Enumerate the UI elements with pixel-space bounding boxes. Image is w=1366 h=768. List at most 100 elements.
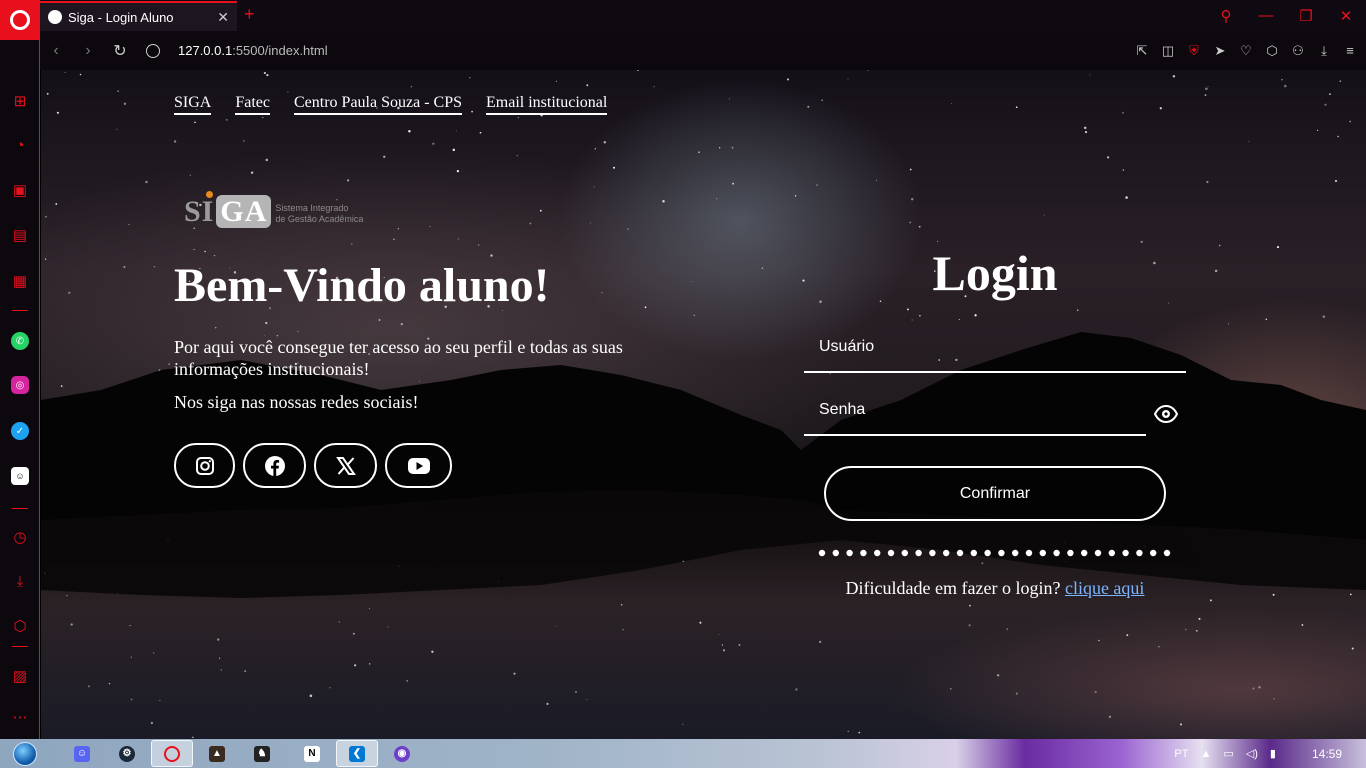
taskbar-app[interactable]: ♞ [241, 740, 283, 767]
sidebar-divider [12, 508, 28, 509]
password-input[interactable]: Senha [804, 386, 1146, 436]
minimize-icon[interactable]: — [1246, 7, 1286, 24]
logo-box: GA [216, 195, 272, 228]
taskbar-opera[interactable] [151, 740, 193, 767]
speedometer-icon[interactable]: ◔ [11, 136, 29, 154]
opera-menu-icon[interactable] [0, 0, 40, 40]
app-icon: ♞ [254, 745, 270, 762]
siga-logo-mark: SI GA [184, 191, 272, 229]
taskbar-game[interactable]: ▲ [196, 740, 238, 767]
twitter-sidebar-icon[interactable]: ✓ [11, 422, 29, 440]
easy-setup-icon[interactable]: ≡ [1342, 43, 1358, 59]
taskbar-discord[interactable]: ☺ [61, 740, 103, 767]
heart-icon[interactable]: ♡ [1238, 43, 1254, 59]
discord-icon: ☺ [74, 745, 90, 762]
profile-icon[interactable]: ⚇ [1290, 43, 1306, 59]
gallery-icon[interactable]: ▨ [11, 667, 29, 685]
github-icon: ◉ [394, 745, 410, 762]
tray-expand-icon[interactable]: ▲ [1200, 748, 1211, 760]
discord-sidebar-icon[interactable]: ☺ [11, 467, 29, 485]
bag-icon[interactable]: ▣ [11, 181, 29, 199]
logo-prefix: SI [184, 195, 215, 228]
site-info-icon[interactable] [146, 43, 160, 58]
taskbar-notion[interactable]: N [291, 740, 333, 767]
opera-icon [164, 745, 180, 762]
logo-subtitle-line1: Sistema Integrado [275, 203, 349, 213]
restore-icon[interactable]: ❐ [1286, 7, 1326, 25]
nav-link-email[interactable]: Email institucional [486, 94, 608, 115]
history-icon[interactable]: ◷ [11, 528, 29, 546]
more-icon[interactable]: ⋯ [11, 708, 29, 726]
network-icon[interactable]: ▭ [1223, 747, 1233, 760]
address-bar: ‹ › ↻ 127.0.0.1:5500/index.html ⇱ ◫ ⛨ ➤ … [40, 31, 1366, 70]
whatsapp-icon[interactable]: ✆ [11, 332, 29, 350]
login-help: Dificuldade em fazer o login? clique aqu… [804, 578, 1186, 599]
url-field[interactable]: 127.0.0.1:5500/index.html [178, 43, 328, 58]
twitch-icon[interactable]: ▤ [11, 226, 29, 244]
browser-titlebar: Siga - Login Aluno ✕ + ⚲ — ❐ ✕ [0, 0, 1366, 40]
vscode-icon: ❮ [349, 745, 365, 762]
shield-icon[interactable]: ⛨ [1186, 43, 1202, 59]
youtube-icon [407, 457, 430, 474]
taskbar-vscode[interactable]: ❮ [336, 740, 378, 767]
language-indicator[interactable]: PT [1174, 748, 1188, 760]
forward-icon[interactable]: › [72, 42, 104, 60]
share-icon[interactable]: ⇱ [1134, 43, 1150, 59]
social-buttons [174, 443, 452, 488]
send-icon[interactable]: ➤ [1212, 43, 1228, 59]
camera-icon[interactable]: ◫ [1160, 43, 1176, 59]
tab-favicon-icon [48, 10, 62, 24]
download-icon[interactable]: ⤓ [1316, 43, 1332, 59]
browser-tab[interactable]: Siga - Login Aluno ✕ [40, 1, 237, 31]
nav-link-siga[interactable]: SIGA [174, 94, 212, 115]
url-path: :5500/index.html [232, 43, 328, 58]
extensions-icon[interactable]: ⬡ [11, 617, 29, 635]
logo-dot [206, 191, 213, 198]
welcome-title: Bem-Vindo aluno! [174, 259, 550, 312]
clock[interactable]: 14:59 [1312, 747, 1342, 761]
volume-icon[interactable]: ◁) [1246, 747, 1258, 760]
help-link[interactable]: clique aqui [1065, 578, 1144, 598]
steam-icon: ⚙ [119, 745, 135, 762]
sidebar-divider [12, 310, 28, 311]
system-tray: PT ▲ ▭ ◁) ▮ 14:59 [1168, 739, 1366, 768]
login-help-text: Dificuldade em fazer o login? [845, 578, 1061, 598]
username-input[interactable]: Usuário [804, 323, 1186, 373]
windows-taskbar: ☺ ⚙ ▲ ♞ N ❮ ◉ PT ▲ ▭ ◁) ▮ 14:59 [0, 739, 1366, 768]
tab-title: Siga - Login Aluno [68, 9, 174, 25]
taskbar-github[interactable]: ◉ [381, 740, 423, 767]
address-bar-icons: ⇱ ◫ ⛨ ➤ ♡ ⬡ ⚇ ⤓ ≡ [1134, 31, 1358, 70]
start-button[interactable] [6, 740, 44, 767]
taskbar-steam[interactable]: ⚙ [106, 740, 148, 767]
instagram-sidebar-icon[interactable]: ◎ [11, 376, 29, 394]
welcome-description: Por aqui você consegue ter acesso ao seu… [174, 337, 623, 379]
new-tab-button[interactable]: + [244, 4, 255, 25]
cube-icon[interactable]: ⬡ [1264, 43, 1280, 59]
web-page: SIGA Fatec Centro Paula Souza - CPS Emai… [41, 70, 1366, 739]
login-title: Login [932, 245, 1058, 301]
eye-icon[interactable] [1154, 404, 1178, 424]
notion-icon: N [304, 745, 320, 762]
windows-logo-icon [13, 741, 37, 766]
top-navigation: SIGA Fatec Centro Paula Souza - CPS Emai… [174, 94, 608, 115]
url-host: 127.0.0.1 [178, 43, 233, 58]
facebook-button[interactable] [243, 443, 306, 488]
tab-close-icon[interactable]: ✕ [217, 9, 229, 26]
nav-link-fatec[interactable]: Fatec [235, 94, 270, 115]
confirm-button[interactable]: Confirmar [824, 466, 1166, 521]
close-window-icon[interactable]: ✕ [1326, 7, 1366, 25]
reload-icon[interactable]: ↻ [104, 41, 136, 61]
power-icon[interactable]: ▮ [1270, 747, 1276, 760]
instagram-button[interactable] [174, 443, 235, 488]
gamepad-icon[interactable]: ⊞ [11, 92, 29, 110]
x-button[interactable] [314, 443, 377, 488]
downloads-icon[interactable]: ⤓ [11, 572, 29, 590]
youtube-button[interactable] [385, 443, 452, 488]
logo-subtitle-line2: de Gestão Acadêmica [275, 214, 364, 224]
nav-link-cps[interactable]: Centro Paula Souza - CPS [294, 94, 462, 115]
back-icon[interactable]: ‹ [40, 42, 72, 60]
chip-icon[interactable]: ▦ [11, 272, 29, 290]
dotted-separator [818, 549, 1171, 557]
siga-logo: SI GA Sistema Integrado de Gestão Acadêmic… [184, 191, 364, 229]
search-tabs-icon[interactable]: ⚲ [1206, 7, 1246, 25]
